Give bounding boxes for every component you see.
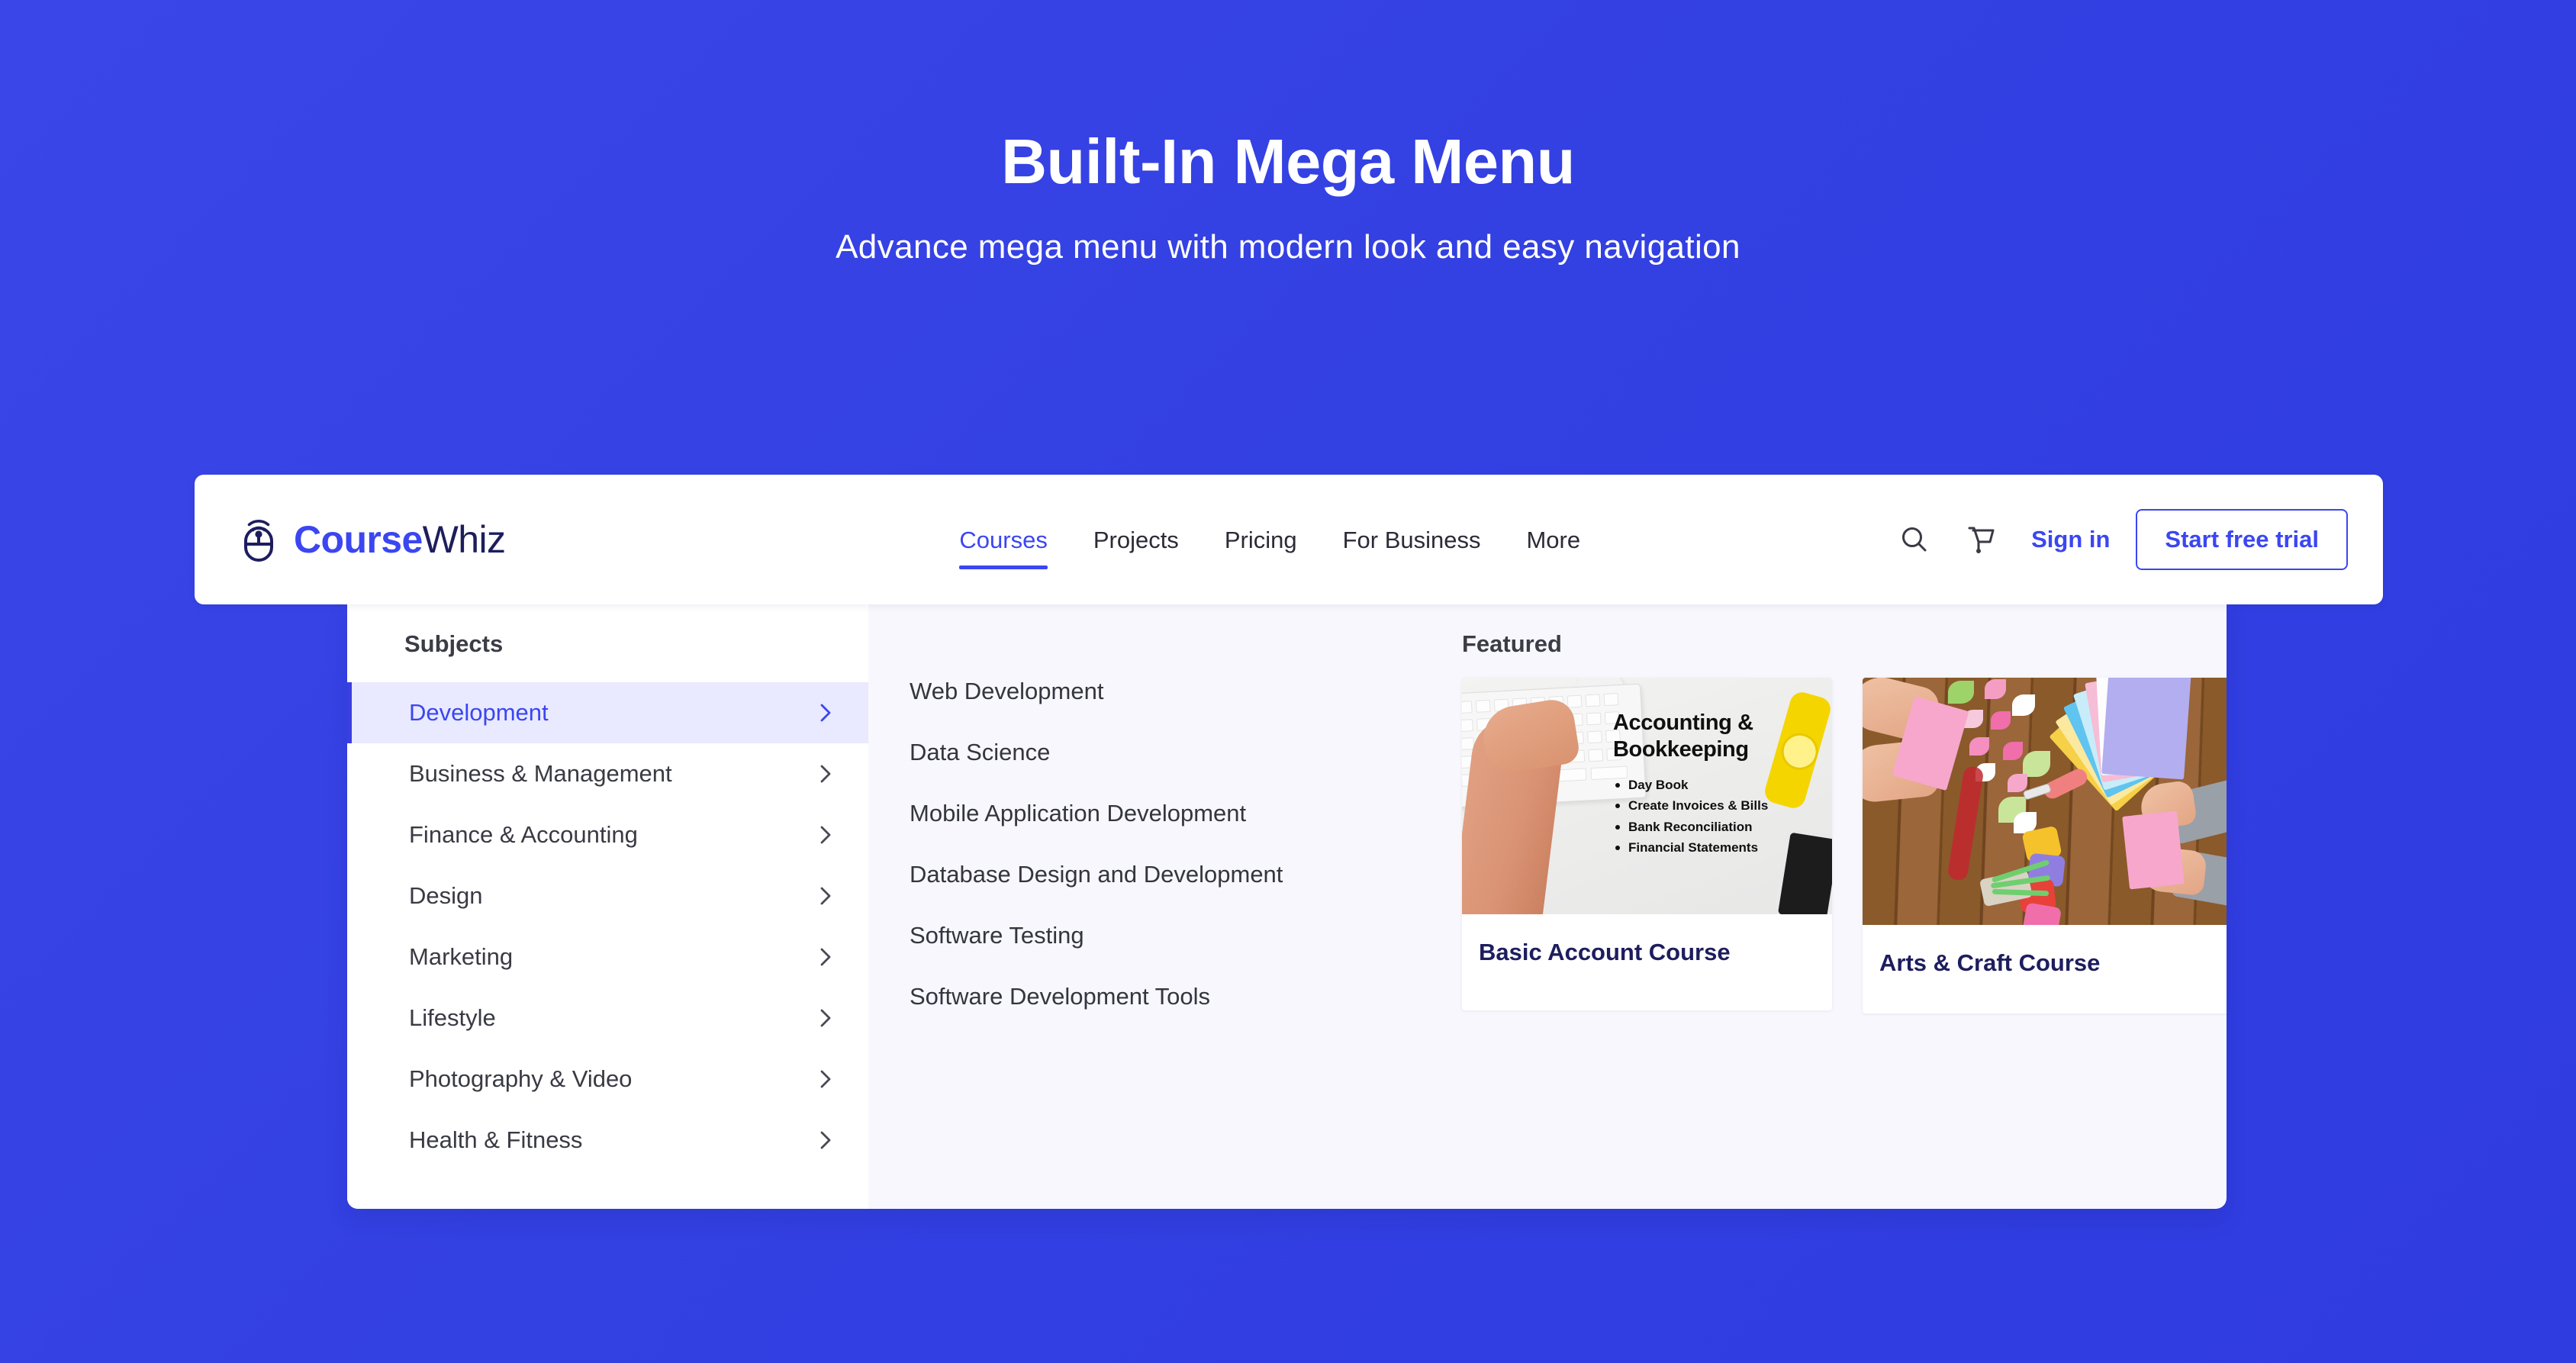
photo-overlay-heading: Accounting & Bookkeeping	[1613, 710, 1753, 762]
chevron-right-icon	[818, 823, 833, 846]
chevron-right-icon	[818, 1007, 833, 1030]
course-card-arts-craft[interactable]: Arts & Craft Course	[1863, 678, 2227, 1013]
subject-label: Photography & Video	[409, 1065, 633, 1092]
accounting-bookkeeping-photo: Accounting & Bookkeeping Day Book Create…	[1462, 678, 1832, 914]
scissors-photo-element	[2041, 765, 2090, 802]
start-free-trial-button[interactable]: Start free trial	[2136, 509, 2348, 570]
logo-text: CourseWhiz	[294, 517, 506, 562]
nav-item-for-business[interactable]: For Business	[1320, 528, 1504, 552]
chevron-right-icon	[818, 1129, 833, 1152]
topic-item-mobile-application-development[interactable]: Mobile Application Development	[910, 783, 1418, 844]
mega-menu-panel: Subjects Development Business & Manageme…	[347, 598, 2227, 1209]
topic-item-database-design-and-development[interactable]: Database Design and Development	[910, 844, 1418, 905]
subject-label: Development	[409, 699, 549, 726]
subject-label: Business & Management	[409, 760, 672, 787]
course-card-title: Basic Account Course	[1479, 939, 1731, 965]
search-icon[interactable]	[1891, 516, 1938, 563]
logo-text-primary: Course	[294, 518, 423, 561]
subject-label: Health & Fitness	[409, 1126, 583, 1153]
subject-label: Design	[409, 882, 483, 909]
nav-item-more[interactable]: More	[1503, 528, 1603, 552]
photo-overlay-text: Accounting & Bookkeeping Day Book Create…	[1613, 710, 1832, 859]
topic-item-web-development[interactable]: Web Development	[910, 661, 1418, 722]
cart-icon[interactable]	[1956, 516, 2004, 563]
subjects-heading: Subjects	[404, 630, 504, 657]
mouse-signal-icon	[234, 515, 283, 564]
nav-item-courses[interactable]: Courses	[936, 528, 1070, 569]
sidebar-item-health-fitness[interactable]: Health & Fitness	[347, 1110, 868, 1171]
sidebar-item-photography-video[interactable]: Photography & Video	[347, 1049, 868, 1110]
photo-overlay-bullet: Financial Statements	[1613, 837, 1832, 859]
sidebar-item-finance-accounting[interactable]: Finance & Accounting	[347, 804, 868, 865]
chevron-right-icon	[818, 762, 833, 785]
sidebar-item-design[interactable]: Design	[347, 865, 868, 926]
mega-menu-featured-column: Featured Accounting & Bookkeeping Day Bo…	[1418, 598, 2227, 1209]
featured-heading: Featured	[1462, 630, 1562, 657]
arts-craft-photo	[1863, 678, 2227, 925]
nav-item-projects[interactable]: Projects	[1071, 528, 1202, 552]
page-title: Built-In Mega Menu	[1001, 126, 1575, 197]
pink-paper-photo-element	[2122, 810, 2185, 890]
sidebar-item-lifestyle[interactable]: Lifestyle	[347, 988, 868, 1049]
logo[interactable]: CourseWhiz	[234, 515, 506, 564]
sign-in-link[interactable]: Sign in	[2031, 526, 2110, 553]
header-actions: Sign in Start free trial	[1872, 509, 2348, 570]
sidebar-item-development[interactable]: Development	[347, 682, 868, 743]
subject-label: Marketing	[409, 943, 514, 970]
photo-overlay-bullet: Day Book	[1613, 775, 1832, 796]
sidebar-item-marketing[interactable]: Marketing	[347, 926, 868, 988]
primary-nav: Courses Projects Pricing For Business Mo…	[936, 528, 1603, 569]
hero-section: Built-In Mega Menu Advance mega menu wit…	[0, 0, 2576, 266]
mega-menu-subjects-column: Subjects Development Business & Manageme…	[347, 598, 868, 1209]
course-card-basic-account[interactable]: Accounting & Bookkeeping Day Book Create…	[1462, 678, 1832, 1010]
nav-item-pricing[interactable]: Pricing	[1202, 528, 1320, 552]
chevron-right-icon	[818, 1068, 833, 1091]
topic-item-data-science[interactable]: Data Science	[910, 722, 1418, 783]
photo-overlay-bullets: Day Book Create Invoices & Bills Bank Re…	[1613, 775, 1832, 859]
chevron-right-icon	[818, 884, 833, 907]
logo-text-secondary: Whiz	[422, 518, 506, 561]
paper-stack-photo-element	[2049, 678, 2225, 812]
topic-item-software-development-tools[interactable]: Software Development Tools	[910, 966, 1418, 1027]
site-header: CourseWhiz Courses Projects Pricing For …	[195, 475, 2383, 604]
bouquet-photo-element	[1977, 825, 2091, 925]
sidebar-item-business-management[interactable]: Business & Management	[347, 743, 868, 804]
page-subtitle: Advance mega menu with modern look and e…	[836, 228, 1740, 266]
photo-overlay-bullet: Bank Reconciliation	[1613, 817, 1832, 838]
photo-overlay-bullet: Create Invoices & Bills	[1613, 795, 1832, 817]
topic-item-software-testing[interactable]: Software Testing	[910, 905, 1418, 966]
chevron-right-icon	[818, 946, 833, 968]
subject-label: Lifestyle	[409, 1004, 496, 1031]
mega-menu-topics-column: Web Development Data Science Mobile Appl…	[868, 598, 1418, 1209]
course-card-title: Arts & Craft Course	[1879, 949, 2101, 976]
chevron-right-icon	[818, 701, 833, 724]
featured-cards: Accounting & Bookkeeping Day Book Create…	[1462, 678, 2227, 1013]
subject-label: Finance & Accounting	[409, 821, 638, 848]
